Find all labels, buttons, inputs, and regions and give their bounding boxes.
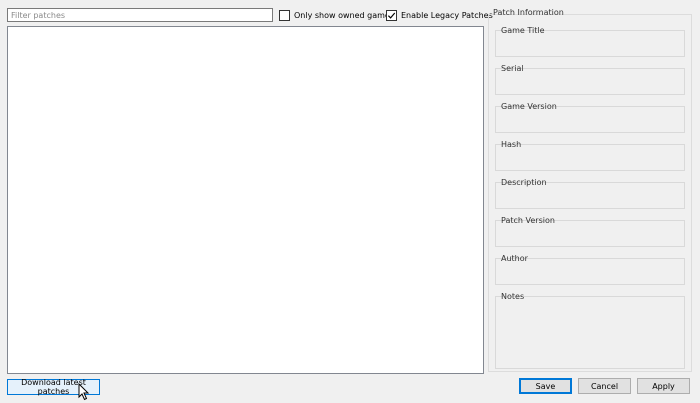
only-owned-label: Only show owned games [294, 10, 394, 20]
only-owned-checkbox[interactable]: Only show owned games [279, 9, 394, 21]
notes-label: Notes [501, 292, 525, 301]
checkmark-icon [387, 12, 396, 19]
filter-patches-input[interactable] [7, 8, 273, 22]
cancel-button[interactable]: Cancel [578, 378, 631, 394]
patch-information-title: Patch Information [493, 8, 564, 17]
notes-box [495, 296, 685, 369]
author-label: Author [501, 254, 528, 263]
serial-label: Serial [501, 64, 524, 73]
game-title-label: Game Title [501, 26, 545, 35]
hash-box [495, 144, 685, 171]
legacy-patches-checkbox-box[interactable] [386, 9, 397, 21]
patch-version-label: Patch Version [501, 216, 555, 225]
mouse-cursor-icon [78, 383, 90, 401]
save-button[interactable]: Save [519, 378, 572, 394]
patch-manager-window: Only show owned games Enable Legacy Patc… [0, 0, 700, 403]
hash-label: Hash [501, 140, 522, 149]
patch-list[interactable] [7, 26, 484, 374]
legacy-patches-label: Enable Legacy Patches [401, 10, 493, 20]
apply-button[interactable]: Apply [637, 378, 690, 394]
game-version-label: Game Version [501, 102, 557, 111]
only-owned-checkbox-box[interactable] [279, 9, 290, 21]
description-label: Description [501, 178, 547, 187]
legacy-patches-checkbox[interactable]: Enable Legacy Patches [386, 9, 493, 21]
